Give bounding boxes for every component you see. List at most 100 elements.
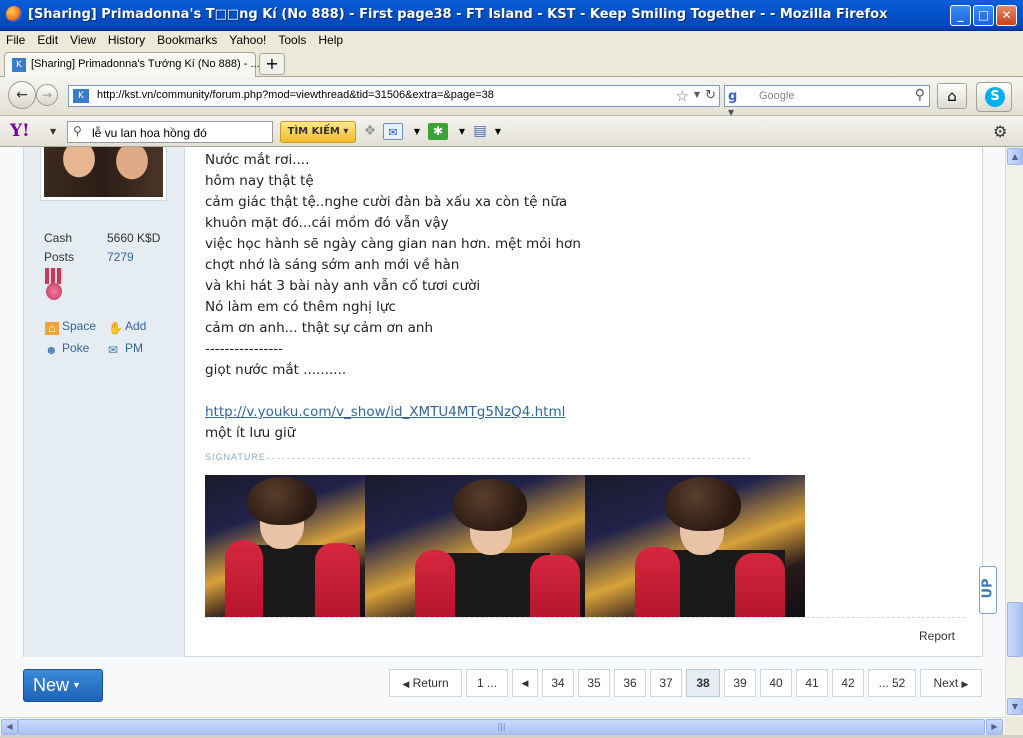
yahoo-search-value[interactable]: lễ vu lan hoa hồng đó: [92, 126, 207, 140]
news-dropdown-icon[interactable]: ▼: [488, 123, 508, 140]
tab-active[interactable]: K [Sharing] Primadonna's Tướng Kí (No 88…: [4, 52, 260, 77]
mail-icon: ✉: [108, 343, 119, 357]
post-line: chợt nhớ là sáng sớm anh mới về hàn: [205, 257, 460, 273]
scroll-up-arrow-icon[interactable]: ▲: [1007, 148, 1023, 165]
new-tab-button[interactable]: +: [259, 53, 285, 75]
post-line: Nước mắt rơi....: [205, 152, 310, 168]
messenger-icon[interactable]: ✱: [428, 123, 448, 140]
stat-posts: Posts 7279: [44, 250, 134, 264]
poke-icon: ☻: [45, 343, 58, 357]
medal-disc: [46, 283, 62, 300]
address-bar[interactable]: K http://kst.vn/community/forum.php?mod=…: [68, 85, 720, 107]
search-bar[interactable]: g ▼ Google ⚲: [724, 85, 930, 117]
url-text[interactable]: http://kst.vn/community/forum.php?mod=vi…: [97, 89, 494, 101]
photo-hair: [247, 477, 317, 525]
vertical-scrollbar[interactable]: ▲ ▼: [1005, 147, 1023, 717]
menu-bar: File Edit View History Bookmarks Yahoo! Tools H…: [0, 31, 1023, 50]
page-first[interactable]: 1 ...: [466, 669, 508, 697]
scroll-left-arrow-icon[interactable]: ◀: [1, 719, 18, 735]
url-dropdown-icon[interactable]: ▼: [694, 90, 700, 99]
home-icon: ⌂: [45, 322, 59, 335]
page-40[interactable]: 40: [760, 669, 792, 697]
photo-vest: [415, 550, 455, 617]
photo-vest: [225, 540, 263, 617]
add-friend-link[interactable]: ✋ Add: [108, 319, 146, 335]
return-button[interactable]: ◀ Return: [389, 669, 462, 697]
page-viewport: Cash 5660 K$D Posts 7279 ⌂ Space ✋ Add ☻…: [0, 147, 1005, 717]
scroll-down-arrow-icon[interactable]: ▼: [1007, 698, 1023, 715]
skype-button[interactable]: S: [976, 82, 1012, 112]
report-link[interactable]: Report: [919, 629, 955, 643]
search-icon[interactable]: ⚲: [915, 87, 925, 103]
poke-link[interactable]: ☻ Poke: [45, 341, 89, 357]
menu-edit[interactable]: Edit: [31, 31, 64, 47]
yahoo-search-button[interactable]: TÌM KIẾM ▾: [280, 121, 356, 143]
menu-file[interactable]: File: [0, 31, 31, 47]
news-icon[interactable]: ▤: [470, 123, 490, 140]
next-label: Next: [933, 676, 959, 690]
close-button[interactable]: ✕: [996, 5, 1017, 26]
back-button[interactable]: ←: [8, 81, 36, 109]
window-titlebar: [Sharing] Primadonna's T□□ng Kí (No 888)…: [0, 0, 1023, 31]
add-friend-link-label: Add: [125, 319, 147, 333]
yahoo-logo[interactable]: Y!: [10, 121, 30, 141]
yahoo-toolbar: Y! ▼ ⚲ lễ vu lan hoa hồng đó TÌM KIẾM ▾ …: [0, 116, 1023, 147]
page-41[interactable]: 41: [796, 669, 828, 697]
space-link[interactable]: ⌂ Space: [45, 319, 96, 335]
gear-icon[interactable]: ⚙: [993, 122, 1007, 141]
post-line: cảm giác thật tệ..nghe cười đàn bà xấu x…: [205, 194, 568, 210]
photo-vest: [635, 547, 680, 617]
page-current[interactable]: 38: [686, 669, 720, 697]
space-link-label: Space: [62, 319, 97, 333]
signature-image: [205, 475, 805, 617]
avatar[interactable]: [40, 147, 167, 201]
pm-link[interactable]: ✉ PM: [108, 341, 143, 357]
menu-history[interactable]: History: [102, 31, 151, 47]
scrollbar-corner: [1005, 717, 1023, 735]
google-icon[interactable]: g ▼: [728, 89, 744, 117]
window-title: [Sharing] Primadonna's T□□ng Kí (No 888)…: [28, 7, 888, 22]
firefox-icon: [6, 6, 22, 22]
mail-dropdown-icon[interactable]: ▼: [407, 123, 427, 140]
minimize-button[interactable]: _: [950, 5, 971, 26]
search-icon: ⚲: [73, 124, 82, 138]
menu-yahoo[interactable]: Yahoo!: [223, 31, 272, 47]
post-line: một ít lưu giữ: [205, 425, 296, 441]
home-button[interactable]: ⌂: [937, 83, 967, 109]
bookmark-star-icon[interactable]: ☆: [676, 87, 689, 105]
photo-vest: [530, 555, 580, 617]
horizontal-scrollbar[interactable]: ◀ ||| ▶: [0, 717, 1005, 735]
page-37[interactable]: 37: [650, 669, 682, 697]
forward-button[interactable]: →: [36, 84, 58, 106]
new-thread-button[interactable]: New ▼: [23, 669, 103, 702]
next-page-button[interactable]: Next ▶: [920, 669, 982, 697]
horizontal-scroll-thumb[interactable]: |||: [18, 719, 985, 735]
menu-tools[interactable]: Tools: [272, 31, 312, 47]
video-link[interactable]: http://v.youku.com/v_show/id_XMTU4MTg5Nz…: [205, 404, 565, 420]
menu-bookmarks[interactable]: Bookmarks: [151, 31, 223, 47]
stat-posts-value[interactable]: 7279: [107, 250, 134, 264]
page-42[interactable]: 42: [832, 669, 864, 697]
page-36[interactable]: 36: [614, 669, 646, 697]
messenger-dropdown-icon[interactable]: ▼: [452, 123, 472, 140]
page-last[interactable]: ... 52: [868, 669, 916, 697]
reload-icon[interactable]: ↻: [705, 88, 716, 103]
maximize-button[interactable]: □: [973, 5, 994, 26]
vertical-scroll-thumb[interactable]: [1007, 602, 1023, 657]
site-favicon-icon: K: [12, 58, 26, 72]
menu-view[interactable]: View: [64, 31, 102, 47]
yahoo-search-button-label: TÌM KIẾM: [287, 126, 340, 137]
scroll-up-button[interactable]: UP: [979, 566, 997, 614]
mail-icon[interactable]: ✉: [383, 123, 403, 140]
medal-icon[interactable]: [44, 268, 64, 304]
scroll-right-arrow-icon[interactable]: ▶: [986, 719, 1003, 735]
menu-help[interactable]: Help: [312, 31, 349, 47]
separator-icon: ❖: [363, 123, 377, 139]
page-39[interactable]: 39: [724, 669, 756, 697]
yahoo-dropdown-icon[interactable]: ▼: [50, 127, 56, 136]
page-35[interactable]: 35: [578, 669, 610, 697]
yahoo-search-input[interactable]: ⚲ lễ vu lan hoa hồng đó: [67, 121, 273, 143]
prev-page-button[interactable]: ◀: [512, 669, 538, 697]
page-34[interactable]: 34: [542, 669, 574, 697]
skype-icon: S: [985, 87, 1005, 107]
